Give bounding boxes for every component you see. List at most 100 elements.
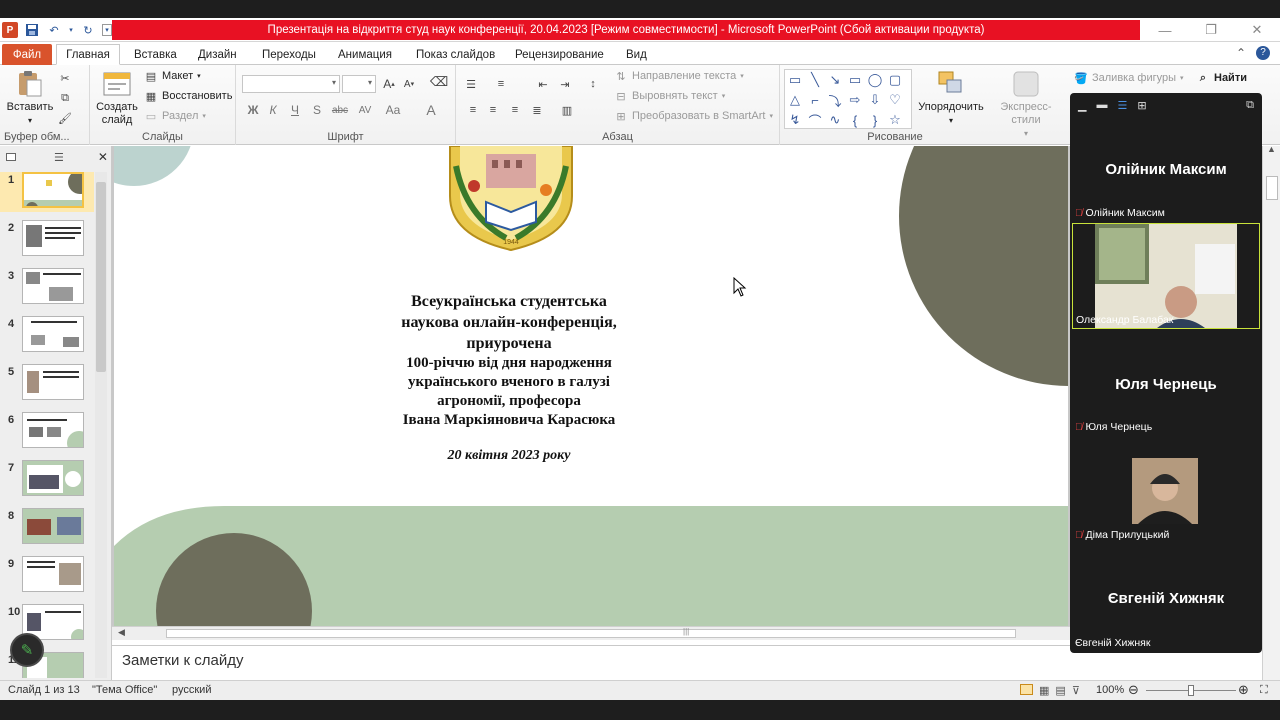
columns-icon[interactable]: ▥ bbox=[560, 103, 574, 117]
character-spacing-button[interactable]: AV bbox=[354, 101, 376, 119]
tab-animation[interactable]: Анимация bbox=[338, 44, 392, 65]
slide-thumbnail[interactable]: 4 bbox=[0, 316, 94, 356]
cut-icon[interactable]: ✂ bbox=[58, 71, 72, 85]
font-name-combo[interactable]: ▾ bbox=[242, 75, 340, 93]
tab-home[interactable]: Главная bbox=[56, 44, 120, 65]
left-brace-icon[interactable]: { bbox=[847, 112, 863, 128]
restore-button[interactable]: ❐ bbox=[1188, 18, 1234, 42]
find-button[interactable]: ⌕ Найти bbox=[1196, 69, 1247, 87]
arc-shape-icon[interactable]: ⌒ bbox=[807, 112, 823, 129]
new-slide-button[interactable]: Создать слайд bbox=[94, 69, 140, 127]
participant-2-tile[interactable]: Олександр Балабак bbox=[1072, 223, 1260, 329]
elbow-arrow-connector-icon[interactable]: ⤵ bbox=[827, 92, 843, 109]
right-arrow-shape-icon[interactable]: ⇨ bbox=[847, 92, 863, 108]
slideshow-view-icon[interactable]: ⊽ bbox=[1072, 684, 1080, 697]
shapes-gallery[interactable]: ▭ ╲ ↘ ▭ ◯ ▢ △ ⌐ ⤵ ⇨ ⇩ ♡ ↯ ⌒ ∿ { } ☆ bbox=[784, 69, 912, 129]
rounded-rect-shape-icon[interactable]: ▢ bbox=[887, 72, 903, 88]
scroll-left-icon[interactable]: ◀ bbox=[118, 627, 125, 638]
tab-file[interactable]: Файл bbox=[2, 44, 52, 65]
slide-thumbnail[interactable]: 7 bbox=[0, 460, 94, 500]
tab-slideshow[interactable]: Показ слайдов bbox=[416, 44, 495, 65]
down-arrow-shape-icon[interactable]: ⇩ bbox=[867, 92, 883, 108]
save-icon[interactable] bbox=[24, 22, 40, 38]
strikethrough-button[interactable]: abc bbox=[328, 101, 352, 119]
layout-button[interactable]: ▤ Макет ▾ bbox=[144, 67, 201, 85]
font-size-combo[interactable]: ▾ bbox=[342, 75, 376, 93]
arrow-line-shape-icon[interactable]: ↘ bbox=[827, 72, 843, 88]
thumbnails-scroll-thumb[interactable] bbox=[96, 182, 106, 372]
help-icon[interactable]: ? bbox=[1256, 46, 1270, 60]
numbering-icon[interactable]: ≡ bbox=[494, 77, 508, 91]
paste-button[interactable]: Вставить ▾ bbox=[6, 69, 54, 127]
justify-icon[interactable]: ≣ bbox=[530, 103, 544, 117]
collapse-ribbon-icon[interactable]: ⌃ bbox=[1236, 46, 1246, 60]
curved-arrow-icon[interactable]: ↯ bbox=[787, 112, 803, 128]
participant-4-video[interactable] bbox=[1132, 458, 1198, 524]
slide-date[interactable]: 20 квітня 2023 року bbox=[344, 448, 674, 464]
clear-formatting-icon[interactable]: ⌫ bbox=[430, 74, 448, 89]
tab-transitions[interactable]: Переходы bbox=[262, 44, 316, 65]
star-shape-icon[interactable]: ☆ bbox=[887, 112, 903, 128]
section-button[interactable]: ▭ Раздел ▾ bbox=[144, 107, 206, 125]
oval-shape-icon[interactable]: ◯ bbox=[867, 72, 883, 88]
customize-qat-icon[interactable]: ▾ bbox=[102, 24, 112, 36]
right-brace-icon[interactable]: } bbox=[867, 112, 883, 128]
slide-thumbnail[interactable]: 1 bbox=[0, 172, 94, 212]
align-left-icon[interactable]: ≡ bbox=[466, 103, 480, 117]
outline-tab-icon[interactable]: ☰ bbox=[54, 151, 64, 164]
tab-review[interactable]: Рецензирование bbox=[515, 44, 604, 65]
annotate-pen-button[interactable]: ✎ bbox=[10, 633, 44, 667]
close-button[interactable]: ✕ bbox=[1234, 18, 1280, 42]
align-right-icon[interactable]: ≡ bbox=[508, 103, 522, 117]
heart-shape-icon[interactable]: ♡ bbox=[887, 92, 903, 108]
horizontal-scrollbar[interactable]: ◀ ||| bbox=[112, 626, 1070, 640]
undo-icon[interactable]: ↶ bbox=[46, 22, 62, 38]
theme-name[interactable]: "Тема Office" bbox=[92, 684, 157, 696]
line-shape-icon[interactable]: ╲ bbox=[807, 72, 823, 88]
minimize-button[interactable]: — bbox=[1142, 18, 1188, 42]
strip-view-icon[interactable]: ▬ bbox=[1096, 99, 1107, 111]
arrange-button[interactable]: Упорядочить ▾ bbox=[916, 69, 986, 127]
fit-to-window-icon[interactable]: ⛶ bbox=[1260, 684, 1268, 697]
grow-font-icon[interactable]: A ▴ bbox=[382, 77, 396, 91]
vertical-scroll-thumb[interactable] bbox=[1266, 176, 1278, 200]
normal-view-icon[interactable] bbox=[1020, 684, 1033, 695]
undo-dropdown-icon[interactable]: ▾ bbox=[68, 22, 74, 38]
font-color-button[interactable]: A bbox=[422, 101, 440, 119]
elbow-connector-icon[interactable]: ⌐ bbox=[807, 92, 823, 108]
textbox-shape-icon[interactable]: ▭ bbox=[787, 72, 803, 88]
tab-insert[interactable]: Вставка bbox=[134, 44, 177, 65]
zoom-in-icon[interactable]: ⊕ bbox=[1238, 682, 1249, 698]
italic-button[interactable]: К bbox=[264, 101, 282, 119]
underline-button[interactable]: Ч bbox=[286, 101, 304, 119]
smartart-button[interactable]: ⊞ Преобразовать в SmartArt ▾ bbox=[614, 107, 773, 125]
close-pane-icon[interactable]: ✕ bbox=[98, 150, 108, 164]
slide-thumbnail[interactable]: 5 bbox=[0, 364, 94, 404]
powerpoint-app-icon[interactable]: P bbox=[2, 22, 18, 38]
reading-view-icon[interactable]: ▤ bbox=[1055, 684, 1065, 697]
curve-shape-icon[interactable]: ∿ bbox=[827, 112, 843, 128]
slide-thumbnail[interactable]: 6 bbox=[0, 412, 94, 452]
slide-thumbnail[interactable]: 3 bbox=[0, 268, 94, 308]
rectangle-shape-icon[interactable]: ▭ bbox=[847, 72, 863, 88]
notes-pane[interactable]: Заметки к слайду bbox=[112, 645, 1070, 679]
shadow-button[interactable]: S bbox=[308, 101, 326, 119]
scroll-up-icon[interactable]: ▲ bbox=[1267, 144, 1276, 154]
copy-icon[interactable]: ⧉ bbox=[58, 91, 72, 105]
slides-tab-icon[interactable] bbox=[6, 153, 16, 161]
shrink-font-icon[interactable]: A ▾ bbox=[402, 77, 416, 91]
bullets-icon[interactable]: ☰ bbox=[464, 77, 478, 91]
slide-thumbnail[interactable]: 8 bbox=[0, 508, 94, 548]
slide-vertical-scrollbar[interactable]: ▲ bbox=[1262, 144, 1280, 680]
minimize-panel-icon[interactable]: ▁ bbox=[1078, 99, 1086, 112]
slide-thumbnail[interactable]: 9 bbox=[0, 556, 94, 596]
increase-indent-icon[interactable]: ⇥ bbox=[558, 77, 572, 91]
align-text-button[interactable]: ⊟ Выровнять текст ▾ bbox=[614, 87, 725, 105]
reset-button[interactable]: ▦ Восстановить bbox=[144, 87, 233, 105]
redo-icon[interactable]: ↻ bbox=[80, 22, 96, 38]
slide-sorter-icon[interactable]: ▦ bbox=[1039, 684, 1049, 697]
zoom-slider-thumb[interactable] bbox=[1188, 685, 1194, 696]
slide-thumbnail[interactable]: 2 bbox=[0, 220, 94, 260]
decrease-indent-icon[interactable]: ⇤ bbox=[536, 77, 550, 91]
horizontal-scroll-thumb[interactable]: ||| bbox=[166, 627, 1016, 638]
